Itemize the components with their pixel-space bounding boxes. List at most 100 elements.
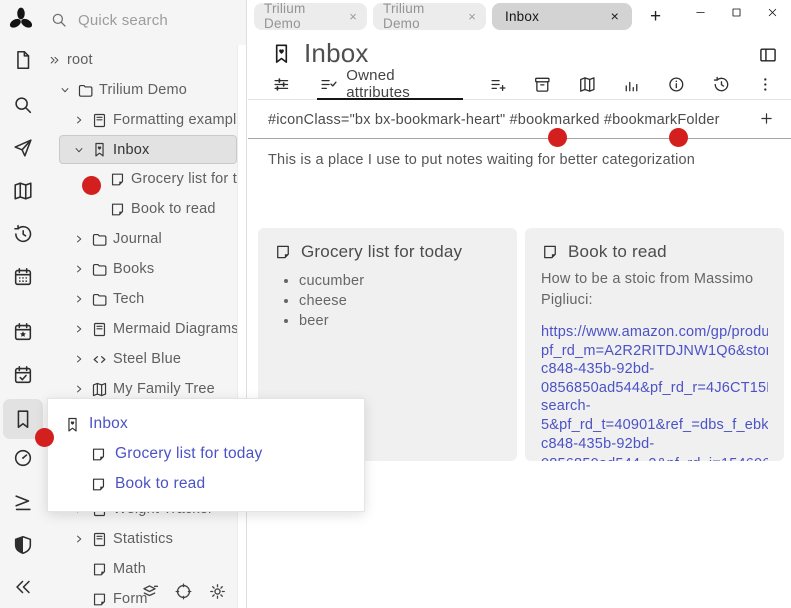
bookmark-heart-icon [91,141,108,158]
double-chevron-right-icon[interactable] [48,53,62,67]
calendar-check-icon[interactable] [12,364,34,386]
owned-attributes-editor[interactable]: #iconClass="bx bx-bookmark-heart" #bookm… [248,101,791,139]
new-note-icon[interactable] [12,49,34,71]
tree-item-tech[interactable]: Tech [46,284,237,314]
bookmark-heart-icon [270,42,293,65]
note-description: This is a place I use to put notes waiti… [268,152,695,168]
note-revisions-icon[interactable] [712,75,731,94]
bookmark-heart-icon [64,416,81,433]
bar-chart-icon[interactable] [622,75,641,94]
caret-right-icon[interactable] [72,232,86,246]
annotation-dot [82,176,101,195]
maximize-icon[interactable] [730,6,743,19]
book-map-icon[interactable] [578,75,597,94]
tree-item-book-to-read[interactable]: Book to read [46,194,237,224]
quick-search[interactable]: Quick search [50,11,168,29]
caret-right-icon[interactable] [72,292,86,306]
new-tab-button[interactable]: + [650,7,661,26]
map-icon [91,381,108,398]
basic-properties-sliders-icon[interactable] [272,75,291,94]
book-icon [91,531,108,548]
caret-right-icon[interactable] [72,322,86,336]
note-title[interactable]: Inbox [304,38,369,69]
tree-scrollbar[interactable] [237,45,246,608]
tab-trilium-demo-1[interactable]: Trilium Demo× [254,3,367,30]
note-icon [109,201,126,218]
info-icon[interactable] [667,75,686,94]
note-icon [90,446,107,463]
tree-item-books[interactable]: Books [46,254,237,284]
tree-item-root[interactable]: root [46,45,237,75]
caret-right-icon[interactable] [72,352,86,366]
folder-icon [91,231,108,248]
search-icon[interactable] [12,94,34,116]
attributes-text[interactable]: #iconClass="bx bx-bookmark-heart" #bookm… [268,112,720,128]
caret-right-icon[interactable] [72,532,86,546]
history-icon[interactable] [12,223,34,245]
amazon-link[interactable]: https://www.amazon.com/gp/product/B pf_r… [541,323,768,461]
card-book-to-read[interactable]: Book to read How to be a stoic from Mass… [525,228,784,461]
tab-owned-attributes[interactable]: Owned attributes [317,70,463,100]
close-tab-icon[interactable]: × [468,9,476,24]
trilium-window: Quick search root Trilium Demo Formattin… [0,0,791,608]
close-tab-icon[interactable]: × [349,9,357,24]
folder-icon [91,291,108,308]
tab-inbox[interactable]: Inbox× [492,3,632,30]
tab-trilium-demo-2[interactable]: Trilium Demo× [373,3,486,30]
add-attribute-icon[interactable] [758,110,775,127]
chevrons-icon[interactable] [12,492,34,514]
popup-link-inbox[interactable]: Inbox [48,409,364,439]
folder-icon [91,261,108,278]
note-icon [90,476,107,493]
launcher-rail [0,0,46,608]
settings-gear-icon[interactable] [208,582,227,601]
bookmarks-icon[interactable] [12,408,34,430]
note-icon [541,243,559,261]
caret-right-icon[interactable] [72,113,86,127]
calendar-star-icon[interactable] [12,321,34,343]
close-window-icon[interactable] [766,6,779,19]
grocery-list: cucumber cheese beer [274,271,501,331]
map-icon[interactable] [12,180,34,202]
caret-down-icon[interactable] [58,83,72,97]
tree-actions [140,582,227,601]
kebab-menu-icon[interactable] [756,75,775,94]
list-plus-icon[interactable] [489,75,508,94]
tree-item-inbox[interactable]: Inbox [59,135,237,164]
caret-down-icon[interactable] [72,143,86,157]
minimize-icon[interactable] [694,6,707,19]
close-tab-icon[interactable]: × [611,8,619,24]
target-icon[interactable] [174,582,193,601]
split-pane-icon[interactable] [758,45,778,65]
popup-link-grocery-list[interactable]: Grocery list for today [48,439,364,469]
caret-right-icon[interactable] [72,382,86,396]
collapse-sidebar-icon[interactable] [12,576,34,598]
annotation-dot [35,428,54,447]
layers-icon[interactable] [140,582,159,601]
card-title-row[interactable]: Book to read [541,242,768,262]
tree-item-formatting-example[interactable]: Formatting example [46,105,237,135]
window-controls [694,6,779,19]
search-icon [50,11,68,29]
calendar-icon[interactable] [12,266,34,288]
tree-item-steel-blue[interactable]: Steel Blue [46,344,237,374]
archive-icon[interactable] [533,75,552,94]
dashboard-gauge-icon[interactable] [12,447,34,469]
tree-item-trilium-demo[interactable]: Trilium Demo [46,75,237,105]
card-title-row[interactable]: Grocery list for today [274,242,501,262]
popup-link-book-to-read[interactable]: Book to read [48,469,364,499]
tree-item-grocery-list[interactable]: Grocery list for today [46,164,237,194]
code-icon [91,351,108,368]
annotation-dot [669,128,688,147]
shield-icon[interactable] [12,534,34,556]
jump-to-icon[interactable] [12,137,34,159]
tree-item-mermaid-diagrams[interactable]: Mermaid Diagrams [46,314,237,344]
note-icon [109,171,126,188]
folder-icon [77,82,94,99]
tree-item-statistics[interactable]: Statistics [46,524,237,554]
tree-item-math[interactable]: Math [46,554,237,584]
caret-right-icon[interactable] [72,262,86,276]
note-icon [91,561,108,578]
list-check-icon [319,75,338,94]
tree-item-journal[interactable]: Journal [46,224,237,254]
